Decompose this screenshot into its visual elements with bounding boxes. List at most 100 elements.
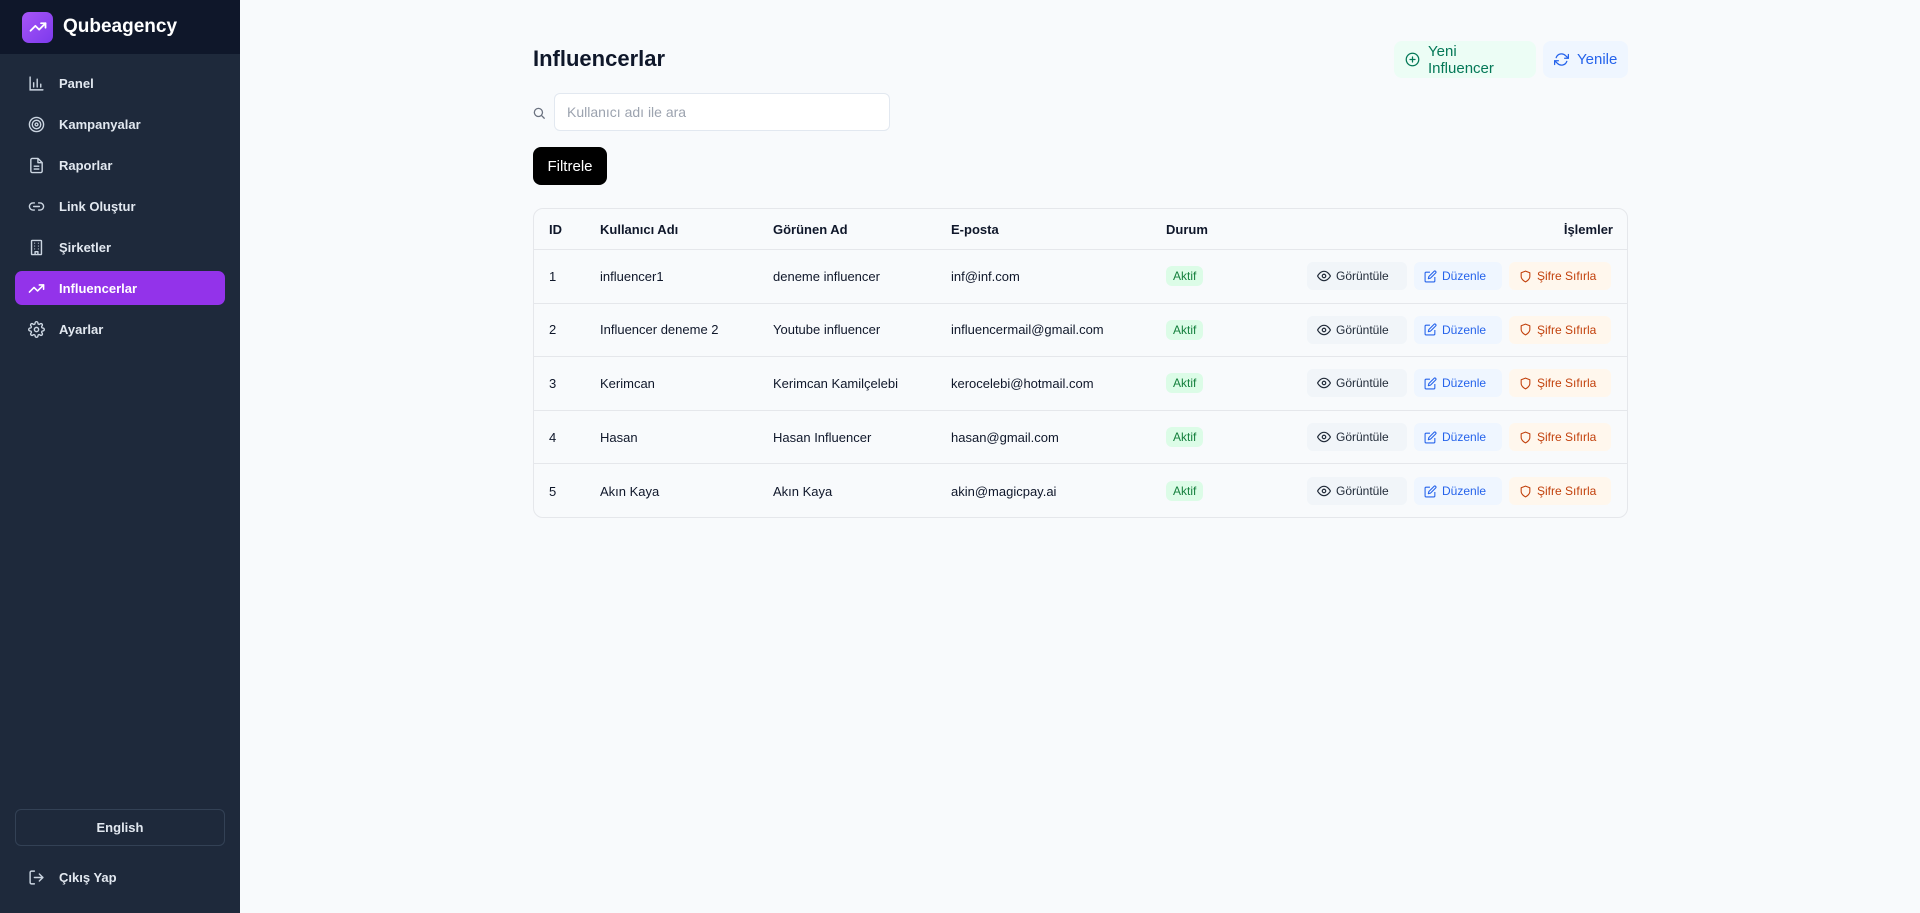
edit-label: Düzenle (1442, 269, 1487, 284)
edit-label: Düzenle (1442, 484, 1487, 499)
edit-label: Düzenle (1442, 430, 1487, 445)
col-header-username: Kullanıcı Adı (600, 222, 679, 237)
edit-icon (1424, 431, 1437, 444)
cell-status: Aktif (1166, 411, 1204, 464)
new-influencer-button[interactable]: Yeni Influencer (1394, 41, 1536, 78)
view-button[interactable]: Görüntüle (1307, 262, 1407, 291)
target-icon (27, 115, 45, 133)
filter-button[interactable]: Filtrele (533, 147, 607, 185)
col-header-id: ID (549, 222, 562, 237)
gear-icon (27, 320, 45, 338)
cell-username: Hasan (600, 429, 638, 445)
sidebar-item-kampanyalar[interactable]: Kampanyalar (15, 107, 225, 141)
brand: Qubeagency (0, 0, 240, 54)
refresh-button[interactable]: Yenile (1543, 41, 1628, 78)
cell-username: influencer1 (600, 268, 664, 284)
edit-button[interactable]: Düzenle (1414, 423, 1502, 452)
table-row: 2 Influencer deneme 2 Youtube influencer… (534, 304, 1627, 358)
col-header-display-name: Görünen Ad (773, 222, 848, 237)
sidebar-item-label: Ayarlar (59, 321, 104, 337)
edit-button[interactable]: Düzenle (1414, 477, 1502, 506)
cell-id: 5 (549, 483, 557, 499)
status-badge: Aktif (1166, 266, 1204, 287)
reset-password-button[interactable]: Şifre Sıfırla (1509, 423, 1611, 452)
cell-display-name: Hasan Influencer (773, 429, 872, 445)
sidebar-item-label: Raporlar (59, 157, 113, 173)
cell-display-name: deneme influencer (773, 268, 880, 284)
row-actions: Görüntüle Düzenle Şifre Sıfırla (1307, 411, 1611, 464)
table-row: 3 Kerimcan Kerimcan Kamilçelebi kerocele… (534, 357, 1627, 411)
edit-button[interactable]: Düzenle (1414, 315, 1502, 344)
sidebar-item-label: Kampanyalar (59, 116, 141, 132)
sidebar-item-influencerlar[interactable]: Influencerlar (15, 271, 225, 305)
reset-password-label: Şifre Sıfırla (1537, 484, 1597, 499)
file-text-icon (27, 156, 45, 174)
reset-password-button[interactable]: Şifre Sıfırla (1509, 477, 1611, 506)
edit-button[interactable]: Düzenle (1414, 262, 1502, 291)
eye-icon (1317, 430, 1331, 444)
view-button[interactable]: Görüntüle (1307, 477, 1407, 506)
shield-icon (1519, 485, 1532, 498)
row-actions: Görüntüle Düzenle Şifre Sıfırla (1307, 464, 1611, 517)
logout-button[interactable]: Çıkış Yap (15, 860, 225, 894)
edit-icon (1424, 270, 1437, 283)
search-input[interactable] (554, 93, 890, 131)
row-actions: Görüntüle Düzenle Şifre Sıfırla (1307, 357, 1611, 410)
influencer-table: ID Kullanıcı Adı Görünen Ad E-posta Duru… (533, 208, 1628, 518)
view-label: Görüntüle (1336, 269, 1389, 284)
view-label: Görüntüle (1336, 484, 1389, 499)
row-actions: Görüntüle Düzenle Şifre Sıfırla (1307, 250, 1611, 303)
eye-icon (1317, 376, 1331, 390)
shield-icon (1519, 377, 1532, 390)
edit-icon (1424, 323, 1437, 336)
page-title: Influencerlar (533, 46, 666, 71)
cell-id: 3 (549, 375, 557, 391)
status-badge: Aktif (1166, 427, 1204, 448)
col-header-email: E-posta (951, 222, 999, 237)
eye-icon (1317, 323, 1331, 337)
view-label: Görüntüle (1336, 430, 1389, 445)
edit-label: Düzenle (1442, 376, 1487, 391)
new-influencer-label: Yeni Influencer (1428, 42, 1494, 77)
sidebar-item-ayarlar[interactable]: Ayarlar (15, 312, 225, 346)
reset-password-button[interactable]: Şifre Sıfırla (1509, 262, 1611, 291)
reset-password-button[interactable]: Şifre Sıfırla (1509, 369, 1611, 398)
cell-display-name: Akın Kaya (773, 483, 833, 499)
sidebar-item-label: Influencerlar (59, 280, 138, 296)
trending-up-icon (22, 11, 53, 43)
col-header-status: Durum (1166, 222, 1208, 237)
reset-password-label: Şifre Sıfırla (1537, 322, 1597, 337)
language-button[interactable]: English (15, 809, 225, 846)
cell-email: influencermail@gmail.com (951, 322, 1104, 338)
table-header: ID Kullanıcı Adı Görünen Ad E-posta Duru… (534, 209, 1627, 250)
view-label: Görüntüle (1336, 322, 1389, 337)
building-icon (27, 238, 45, 256)
sidebar-item-raporlar[interactable]: Raporlar (15, 148, 225, 182)
sidebar-item-panel[interactable]: Panel (15, 66, 225, 100)
sidebar-item-link-olustur[interactable]: Link Oluştur (15, 189, 225, 223)
cell-email: kerocelebi@hotmail.com (951, 375, 1094, 391)
view-button[interactable]: Görüntüle (1307, 369, 1407, 398)
cell-username: Akın Kaya (600, 483, 660, 499)
cell-username: Influencer deneme 2 (600, 322, 719, 338)
link-icon (27, 197, 45, 215)
cell-username: Kerimcan (600, 375, 655, 391)
brand-name: Qubeagency (63, 16, 178, 37)
col-header-actions: İşlemler (1563, 222, 1613, 237)
sidebar-item-sirketler[interactable]: Şirketler (15, 230, 225, 264)
logout-icon (27, 868, 45, 886)
edit-button[interactable]: Düzenle (1414, 369, 1502, 398)
view-button[interactable]: Görüntüle (1307, 315, 1407, 344)
reset-password-button[interactable]: Şifre Sıfırla (1509, 315, 1611, 344)
view-button[interactable]: Görüntüle (1307, 423, 1407, 452)
status-badge: Aktif (1166, 373, 1204, 394)
refresh-label: Yenile (1577, 51, 1618, 68)
row-actions: Görüntüle Düzenle Şifre Sıfırla (1307, 304, 1611, 357)
edit-label: Düzenle (1442, 322, 1487, 337)
cell-status: Aktif (1166, 250, 1204, 303)
reset-password-label: Şifre Sıfırla (1537, 376, 1597, 391)
sidebar-nav: Panel Kampanyalar Raporlar Link Oluştur … (0, 54, 240, 346)
cell-status: Aktif (1166, 304, 1204, 357)
cell-status: Aktif (1166, 464, 1204, 517)
status-badge: Aktif (1166, 481, 1204, 502)
